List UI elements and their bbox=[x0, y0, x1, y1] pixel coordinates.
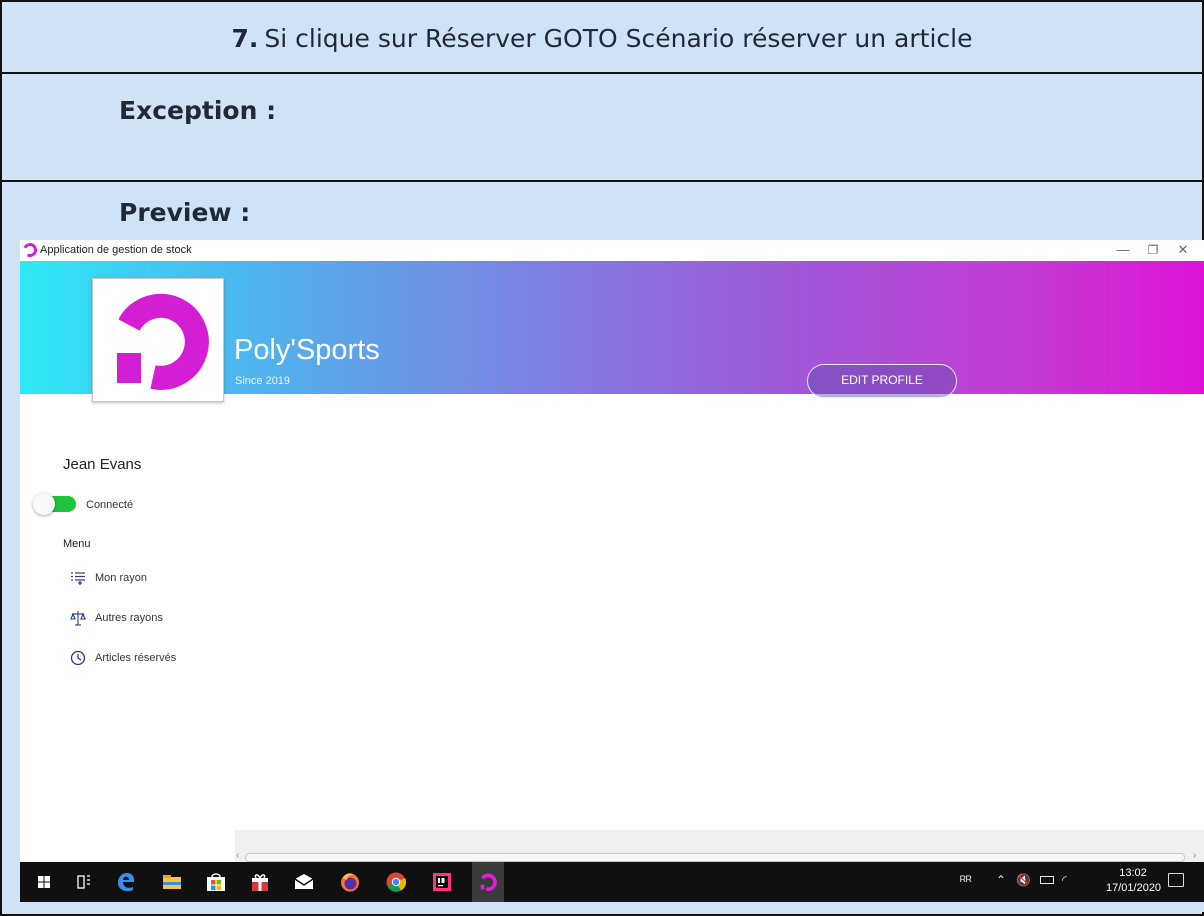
since-label: Since 2019 bbox=[235, 375, 291, 387]
taskbar: ᴿᴿ ⌃ 🔇 ◜ 13:02 17/01/2020 bbox=[20, 862, 1204, 910]
menu-item-autres-rayons[interactable]: Autres rayons bbox=[70, 610, 230, 628]
task-view-icon[interactable] bbox=[72, 870, 96, 894]
clock-icon bbox=[70, 650, 86, 666]
gift-app-icon[interactable] bbox=[248, 870, 272, 894]
wifi-icon[interactable]: ◜ bbox=[1062, 873, 1067, 887]
edge-icon[interactable] bbox=[114, 870, 138, 894]
polysports-logo-icon bbox=[117, 293, 209, 390]
status-toggle[interactable] bbox=[33, 493, 76, 515]
user-name: Jean Evans bbox=[63, 456, 142, 473]
app-window: Application de gestion de stock — ❐ ✕ Po… bbox=[20, 240, 1204, 912]
scrollbar-thumb[interactable] bbox=[245, 853, 1185, 862]
maximize-button[interactable]: ❐ bbox=[1138, 241, 1168, 261]
menu-item-articles-reserves[interactable]: Articles réservés bbox=[70, 650, 230, 668]
chevron-up-icon[interactable]: ⌃ bbox=[996, 873, 1006, 887]
polysports-taskbar-app[interactable] bbox=[468, 862, 508, 910]
menu-item-label: Autres rayons bbox=[95, 612, 163, 624]
step-description: Si clique sur Réserver GOTO Scénario rés… bbox=[264, 24, 973, 53]
people-icon[interactable]: ᴿᴿ bbox=[960, 873, 972, 888]
exception-row: Exception : bbox=[2, 74, 1202, 182]
minimize-button[interactable]: — bbox=[1108, 241, 1138, 261]
clock-time: 13:02 bbox=[1119, 867, 1147, 879]
step-row: 7. Si clique sur Réserver GOTO Scénario r… bbox=[2, 2, 1202, 74]
chrome-icon[interactable] bbox=[384, 870, 408, 894]
step-text: 7. Si clique sur Réserver GOTO Scénario r… bbox=[2, 24, 1202, 53]
horizontal-scrollbar[interactable]: ‹ › bbox=[235, 830, 1204, 862]
close-button[interactable]: ✕ bbox=[1168, 241, 1198, 261]
profile-logo bbox=[92, 278, 224, 402]
scroll-left-icon[interactable]: ‹ bbox=[236, 850, 239, 861]
menu-item-mon-rayon[interactable]: Mon rayon bbox=[70, 570, 230, 588]
window-title: Application de gestion de stock bbox=[40, 244, 192, 256]
preview-heading: Preview : bbox=[119, 198, 251, 227]
scale-icon bbox=[70, 611, 86, 626]
file-explorer-icon[interactable] bbox=[160, 870, 184, 894]
clock-date: 17/01/2020 bbox=[1106, 882, 1162, 894]
step-number: 7. bbox=[231, 24, 259, 53]
title-bar: Application de gestion de stock — ❐ ✕ bbox=[20, 240, 1204, 261]
firefox-icon[interactable] bbox=[338, 870, 362, 894]
polysports-app-icon bbox=[480, 873, 497, 891]
volume-muted-icon[interactable]: 🔇 bbox=[1016, 873, 1031, 887]
menu-item-label: Mon rayon bbox=[95, 572, 147, 584]
app-logo-icon bbox=[21, 241, 39, 259]
status-label: Connecté bbox=[86, 499, 134, 511]
exception-heading: Exception : bbox=[119, 96, 277, 125]
mail-icon[interactable] bbox=[292, 870, 316, 894]
scroll-right-icon[interactable]: › bbox=[1193, 850, 1196, 861]
document-table: 7. Si clique sur Réserver GOTO Scénario r… bbox=[0, 0, 1204, 916]
list-icon bbox=[71, 572, 85, 585]
windows-start-icon[interactable] bbox=[32, 870, 56, 894]
menu-item-label: Articles réservés bbox=[95, 652, 177, 664]
edit-profile-button[interactable]: EDIT PROFILE bbox=[807, 364, 957, 398]
toggle-knob bbox=[33, 493, 55, 515]
notification-icon[interactable] bbox=[1168, 873, 1184, 887]
taskbar-clock[interactable]: 13:02 17/01/2020 bbox=[1106, 866, 1162, 896]
menu-title: Menu bbox=[63, 538, 91, 550]
document-bottom bbox=[20, 902, 1204, 912]
battery-icon[interactable] bbox=[1040, 876, 1054, 884]
brand-name: Poly'Sports bbox=[234, 334, 380, 366]
intellij-icon[interactable] bbox=[430, 870, 454, 894]
store-icon[interactable] bbox=[204, 870, 228, 894]
